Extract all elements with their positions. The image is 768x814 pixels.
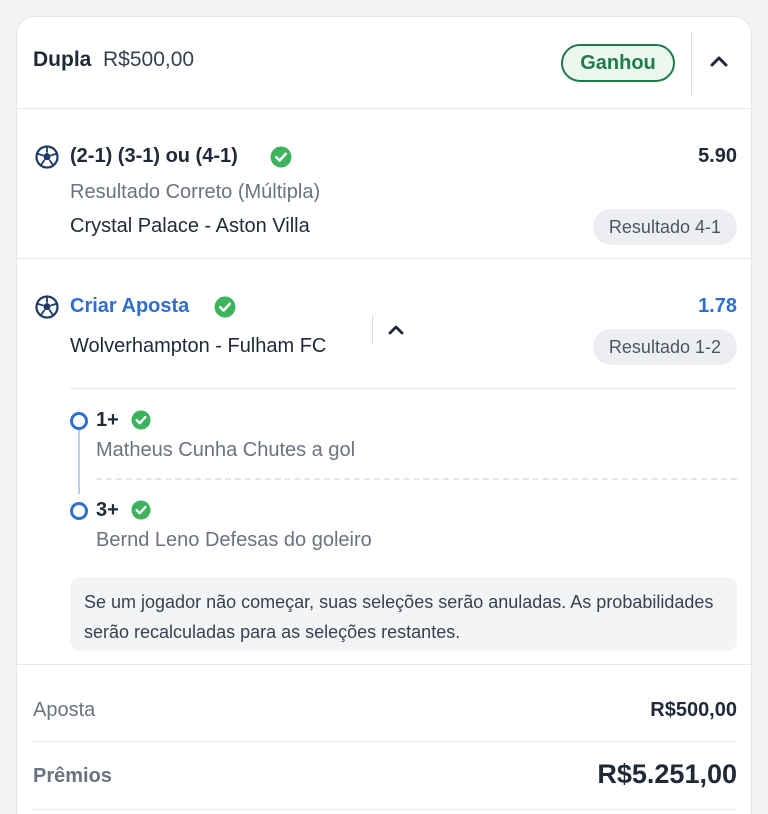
selection-event: Crystal Palace - Aston Villa <box>70 215 310 237</box>
result-pill: Resultado 4-1 <box>592 209 737 245</box>
leg-dot-icon <box>70 502 88 520</box>
check-circle-icon <box>131 500 151 520</box>
collapse-button[interactable] <box>705 47 733 75</box>
prize-value: R$5.251,00 <box>597 759 737 789</box>
leg-description: Bernd Leno Defesas do goleiro <box>96 529 372 551</box>
prize-label: Prêmios <box>33 765 112 787</box>
legs-toggle-button[interactable] <box>383 317 409 343</box>
soccer-ball-icon <box>35 145 59 169</box>
leg-value: 1+ <box>96 409 119 431</box>
event-divider <box>372 315 373 345</box>
bet-builder-title[interactable]: Criar Aposta <box>70 295 189 318</box>
soccer-ball-icon <box>35 295 59 319</box>
result-pill: Resultado 1-2 <box>592 329 737 365</box>
stake-row: Aposta R$500,00 <box>17 665 751 741</box>
check-circle-icon <box>131 410 151 430</box>
leg-separator <box>96 478 737 480</box>
selection-odds: 1.78 <box>698 295 737 317</box>
leg-value: 3+ <box>96 499 119 521</box>
selection-market: Resultado Correto (Múltipla) <box>70 181 321 203</box>
stake-label: Aposta <box>33 699 96 721</box>
leg-dot-icon <box>70 412 88 430</box>
bet-card: Dupla R$500,00 Ganhou (2-1) (3-1) ou (4-… <box>16 16 752 814</box>
selection-event: Wolverhampton - Fulham FC <box>70 335 327 357</box>
bet-type: Dupla <box>33 48 92 71</box>
leg-description: Matheus Cunha Chutes a gol <box>96 439 356 461</box>
notice-box: Se um jogador não começar, suas seleções… <box>70 577 737 651</box>
stake-value: R$500,00 <box>650 699 737 721</box>
selection-2: Criar Aposta 1.78 Wolverhampton - Fulham… <box>17 259 751 665</box>
leg-connector <box>78 430 80 494</box>
bet-stake: R$500,00 <box>103 48 195 71</box>
check-circle-icon <box>214 296 236 318</box>
check-circle-icon <box>270 146 292 168</box>
prize-row: Prêmios R$5.251,00 <box>17 741 751 814</box>
selection-1: (2-1) (3-1) ou (4-1) 5.90 Resultado Corr… <box>17 109 751 259</box>
chevron-up-icon <box>710 56 728 67</box>
divider <box>70 388 737 389</box>
divider <box>33 809 737 810</box>
header-divider <box>691 31 692 95</box>
selection-odds: 5.90 <box>698 145 737 167</box>
chevron-up-icon <box>388 325 404 335</box>
status-badge: Ganhou <box>561 44 675 82</box>
selection-title: (2-1) (3-1) ou (4-1) <box>70 145 238 167</box>
bet-header: Dupla R$500,00 Ganhou <box>17 17 751 109</box>
